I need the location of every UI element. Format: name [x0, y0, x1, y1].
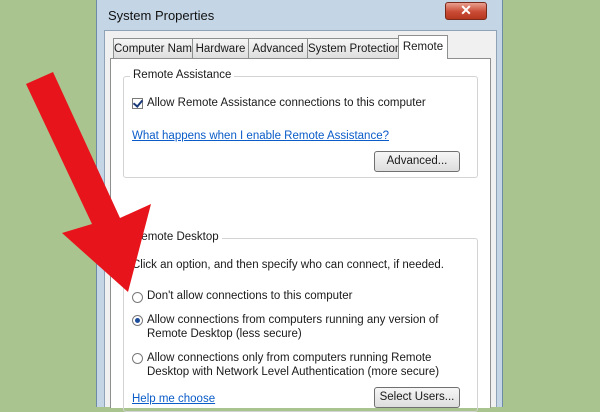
advanced-button[interactable]: Advanced... [374, 151, 460, 172]
radio-allow-nla-only-label[interactable]: Allow connections only from computers ru… [147, 352, 431, 364]
radio-dont-allow[interactable] [132, 292, 143, 303]
remote-assistance-legend: Remote Assistance [130, 69, 235, 81]
remote-desktop-group: Remote Desktop Click an option, and then… [123, 231, 478, 412]
checkmark-icon [132, 97, 144, 108]
close-button[interactable]: ✕ [445, 2, 487, 20]
remote-assistance-group: Remote Assistance Allow Remote Assistanc… [123, 69, 478, 178]
radio-selected-dot [135, 318, 140, 323]
remote-desktop-instruction: Click an option, and then specify who ca… [132, 259, 444, 271]
window-title: System Properties [108, 8, 215, 23]
allow-remote-assistance-label[interactable]: Allow Remote Assistance connections to t… [147, 97, 426, 109]
select-users-button[interactable]: Select Users... [374, 387, 460, 408]
tab-remote[interactable]: Remote [398, 35, 448, 59]
radio-allow-any-version-label[interactable]: Allow connections from computers running… [147, 314, 438, 326]
radio-allow-any-version-label-line2[interactable]: Remote Desktop (less secure) [147, 328, 302, 340]
allow-remote-assistance-checkbox[interactable] [132, 97, 144, 109]
radio-allow-any-version[interactable] [132, 315, 143, 326]
radio-allow-nla-only[interactable] [132, 353, 143, 364]
radio-dont-allow-label[interactable]: Don't allow connections to this computer [147, 290, 352, 302]
tab-advanced[interactable]: Advanced [248, 38, 308, 58]
remote-desktop-legend: Remote Desktop [130, 231, 222, 243]
tab-hardware[interactable]: Hardware [192, 38, 249, 58]
dialog-body: Computer Name Hardware Advanced System P… [104, 30, 497, 412]
remote-assistance-help-link[interactable]: What happens when I enable Remote Assist… [132, 130, 389, 142]
remote-tab-panel: Remote Assistance Allow Remote Assistanc… [110, 58, 491, 412]
radio-allow-nla-only-label-line2[interactable]: Desktop with Network Level Authenticatio… [147, 366, 439, 378]
tab-system-protection[interactable]: System Protection [307, 38, 401, 58]
title-bar[interactable]: System Properties ✕ [97, 0, 502, 30]
system-properties-window: System Properties ✕ Computer Name Hardwa… [96, 0, 503, 412]
tab-computer-name[interactable]: Computer Name [113, 38, 198, 58]
help-me-choose-link[interactable]: Help me choose [132, 393, 215, 405]
